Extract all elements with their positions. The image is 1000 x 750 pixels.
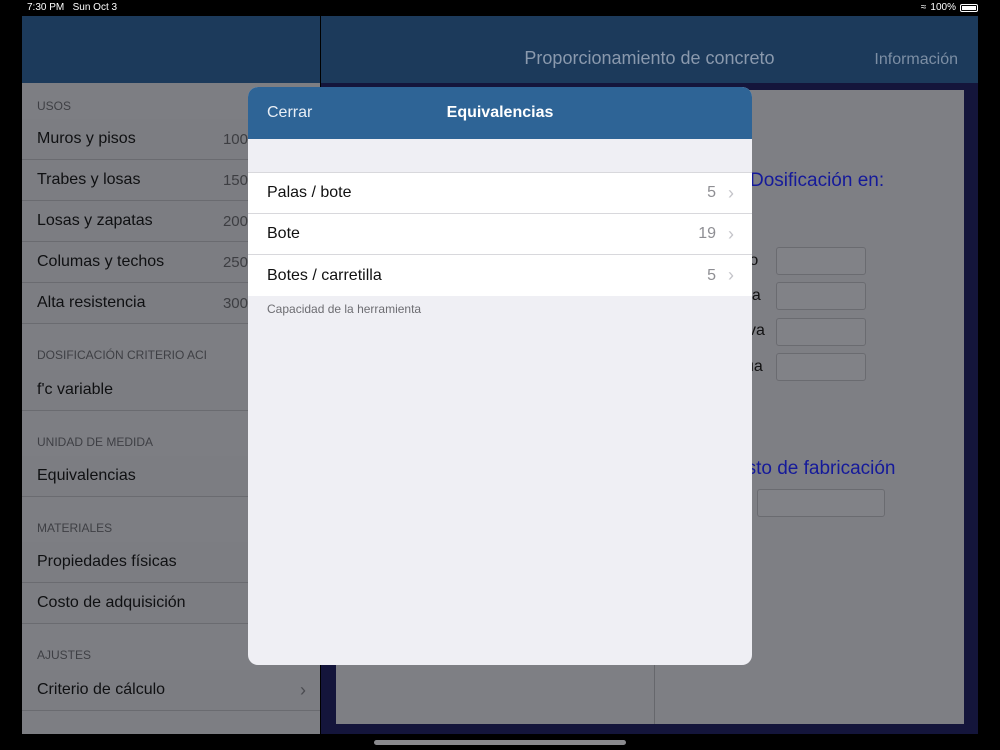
chevron-right-icon: ›	[728, 265, 734, 285]
sidebar-item-label: Equivalencias	[37, 467, 136, 484]
list-item-value: 5	[707, 266, 716, 284]
grava-field[interactable]	[776, 318, 866, 346]
modal-title: Equivalencias	[446, 104, 554, 121]
detail-nav-bar: Proporcionamiento de concreto Informació…	[321, 16, 978, 83]
list-item-label: Botes / carretilla	[267, 266, 382, 284]
status-bar: 7:30 PM Sun Oct 3 ≈ 100%	[0, 0, 1000, 16]
sidebar-item-label: Muros y pisos	[37, 130, 136, 147]
sidebar-item-value: 100	[222, 130, 248, 148]
sidebar-item-value: 200	[222, 212, 248, 230]
chevron-right-icon: ›	[728, 182, 734, 203]
list-item-bote[interactable]: Bote 19 ›	[248, 214, 752, 255]
list-item-label: Bote	[267, 225, 300, 242]
sidebar-item-label: Trabes y losas	[37, 171, 141, 188]
home-indicator[interactable]	[374, 740, 626, 745]
list-item-palas-bote[interactable]: Palas / bote 5 ›	[248, 173, 752, 214]
arena-field[interactable]	[776, 282, 866, 310]
costo-field[interactable]	[757, 489, 885, 517]
status-right: ≈ 100%	[921, 2, 978, 13]
chevron-right-icon: ›	[728, 223, 734, 244]
list-item-botes-carretilla[interactable]: Botes / carretilla 5 ›	[248, 255, 752, 296]
chevron-right-icon: ›	[300, 679, 306, 700]
sidebar-item-label: Alta resistencia	[37, 294, 146, 311]
sidebar-nav-bar	[22, 16, 320, 83]
sidebar-item-label: f'c variable	[37, 381, 113, 398]
section-footer: Capacidad de la herramienta	[267, 302, 422, 316]
agua-field[interactable]	[776, 353, 866, 381]
info-button[interactable]: Información	[874, 51, 958, 69]
modal-list: Palas / bote 5 › Bote 19 › Botes / carre…	[248, 172, 752, 296]
list-item-label: Palas / bote	[267, 184, 352, 201]
equivalencias-modal: Cerrar Equivalencias Palas / bote 5 › Bo…	[248, 87, 752, 665]
device-screen: 7:30 PM Sun Oct 3 ≈ 100% USOS Muros y pi…	[0, 0, 1000, 750]
sidebar-item-value: 250	[222, 253, 248, 271]
sidebar-item-label: Criterio de cálculo	[37, 681, 166, 698]
list-item-value: 5	[707, 184, 716, 201]
sidebar-item-label: Columas y techos	[37, 253, 165, 270]
costo-title: osto de fabricación	[736, 458, 896, 479]
sidebar-item-label: Losas y zapatas	[37, 212, 153, 229]
status-time: 7:30 PM Sun Oct 3	[27, 2, 118, 13]
cemento-field[interactable]	[776, 247, 866, 275]
sidebar-item-criterio[interactable]: Criterio de cálculo ›	[22, 670, 320, 711]
sidebar-item-value: 150	[222, 171, 248, 189]
battery-icon	[960, 3, 978, 12]
wifi-icon: ≈	[920, 2, 927, 13]
sidebar-item-value: 300	[222, 294, 248, 312]
battery-percent: 100%	[930, 2, 956, 13]
modal-nav-bar: Cerrar Equivalencias	[248, 87, 752, 139]
list-item-value: 19	[698, 225, 716, 242]
sidebar-item-label: Costo de adquisición	[37, 594, 186, 611]
dosificacion-title: Dosificación en:	[750, 170, 885, 191]
sidebar-item-label: Propiedades físicas	[37, 553, 177, 570]
